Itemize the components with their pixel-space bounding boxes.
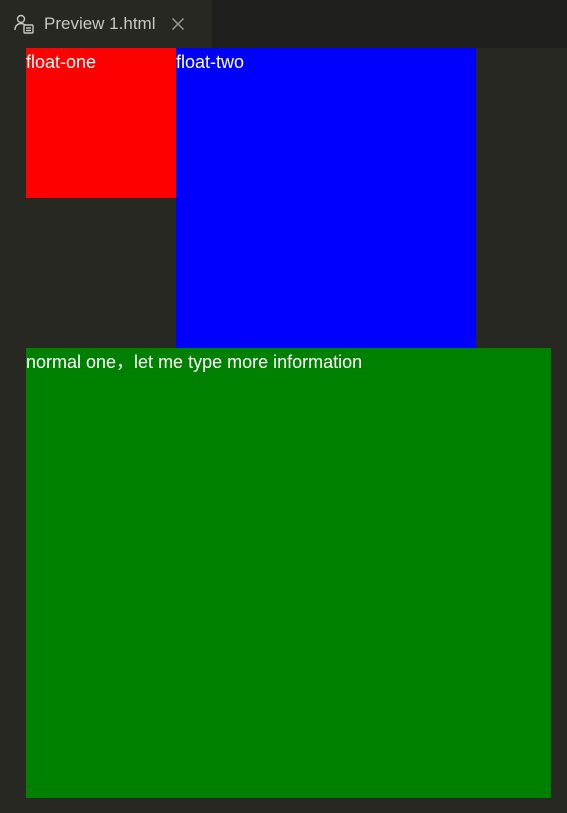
preview-content: float-one float-two normal one，let me ty… <box>0 48 567 813</box>
close-icon[interactable] <box>169 15 187 33</box>
float-two-box: float-two <box>176 48 476 348</box>
float-two-label: float-two <box>176 52 245 72</box>
normal-one-label: normal one，let me type more information <box>26 352 363 372</box>
tab-title: Preview 1.html <box>44 14 156 33</box>
float-one-box: float-one <box>26 48 176 198</box>
preview-icon <box>12 12 36 36</box>
normal-one-box: normal one，let me type more information <box>26 348 551 798</box>
tab-bar: Preview 1.html <box>0 0 567 48</box>
tab-preview[interactable]: Preview 1.html <box>0 0 212 48</box>
float-one-label: float-one <box>26 52 97 72</box>
